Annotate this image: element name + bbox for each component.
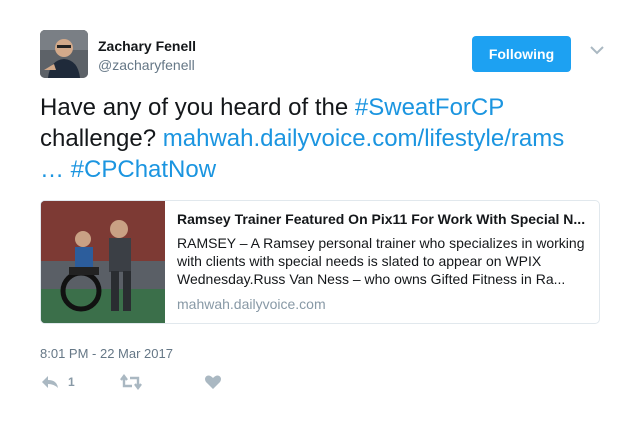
- following-button[interactable]: Following: [472, 36, 571, 72]
- tweet-link-ellipsis[interactable]: …: [40, 156, 64, 183]
- reply-count: 1: [68, 375, 75, 389]
- reply-icon: [42, 376, 58, 388]
- avatar[interactable]: [40, 30, 88, 78]
- hashtag-sweatforcp[interactable]: #SweatForCP: [355, 94, 504, 121]
- card-body: Ramsey Trainer Featured On Pix11 For Wor…: [177, 211, 591, 312]
- like-button[interactable]: [204, 374, 222, 390]
- tweet-header: Zachary Fenell @zacharyfenell Following: [40, 30, 610, 82]
- retweet-button[interactable]: [120, 374, 142, 390]
- card-domain: mahwah.dailyvoice.com: [177, 296, 326, 312]
- retweet-icon: [120, 374, 142, 390]
- tweet-text: Have any of you heard of the #SweatForCP…: [40, 92, 600, 185]
- card-title[interactable]: Ramsey Trainer Featured On Pix11 For Wor…: [177, 211, 591, 227]
- heart-icon: [205, 375, 221, 389]
- card-description: RAMSEY – A Ramsey personal trainer who s…: [177, 235, 585, 287]
- card-image[interactable]: [41, 201, 165, 323]
- hashtag-cpchatnow[interactable]: #CPChatNow: [71, 156, 216, 183]
- author-name[interactable]: Zachary Fenell: [98, 38, 196, 54]
- tweet-link[interactable]: mahwah.dailyvoice.com/lifestyle/rams: [163, 125, 564, 152]
- reply-button[interactable]: 1: [40, 374, 75, 390]
- tweet-text-part-1: Have any of you heard of the: [40, 94, 355, 121]
- author-handle[interactable]: @zacharyfenell: [98, 57, 195, 73]
- chevron-down-icon[interactable]: [589, 44, 605, 56]
- tweet-text-part-2: challenge?: [40, 125, 163, 152]
- tweet-timestamp[interactable]: 8:01 PM - 22 Mar 2017: [40, 346, 173, 361]
- link-card[interactable]: Ramsey Trainer Featured On Pix11 For Wor…: [40, 200, 600, 324]
